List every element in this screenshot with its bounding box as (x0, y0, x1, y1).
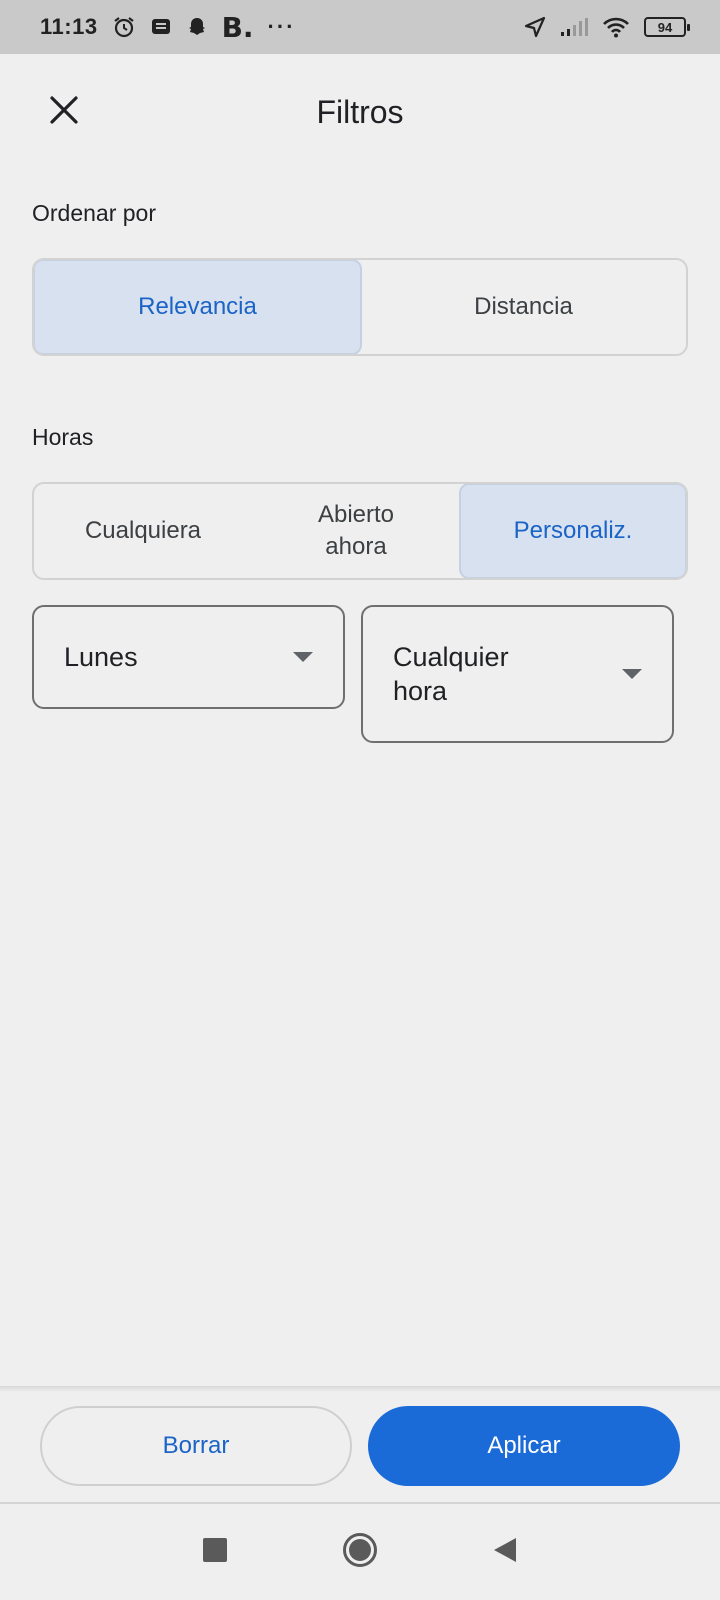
battery-icon: 94 (644, 17, 690, 37)
battery-level: 94 (657, 19, 673, 35)
time-dropdown[interactable]: Cualquier hora (361, 605, 674, 743)
status-bar-right: 94 (524, 16, 690, 38)
clear-button[interactable]: Borrar (40, 1406, 352, 1486)
page-title: Filtros (316, 94, 404, 130)
recents-button[interactable] (195, 1532, 235, 1572)
snapchat-icon (186, 16, 208, 38)
wifi-icon (602, 16, 630, 38)
status-bar: 11:13 B. ··· 94 (0, 0, 720, 54)
hours-section-label: Horas (32, 424, 94, 450)
booking-icon: B. (221, 10, 254, 44)
close-icon (49, 95, 79, 130)
bottom-divider (0, 1386, 720, 1392)
back-button[interactable] (485, 1532, 525, 1572)
day-dropdown[interactable]: Lunes (32, 605, 345, 709)
square-icon (202, 1537, 228, 1568)
hours-option-custom[interactable]: Personaliz. (459, 484, 686, 578)
back-triangle-icon (492, 1536, 518, 1569)
home-button[interactable] (340, 1532, 380, 1572)
status-bar-left: 11:13 B. ··· (40, 11, 296, 44)
sort-segmented-control: Relevancia Distancia (32, 258, 688, 356)
location-icon (524, 16, 546, 38)
message-icon (150, 16, 172, 38)
sort-option-relevance[interactable]: Relevancia (34, 260, 362, 354)
caret-down-icon (293, 652, 313, 662)
system-navbar (0, 1504, 720, 1600)
alarm-icon (112, 15, 136, 39)
hours-option-any[interactable]: Cualquiera (34, 484, 252, 578)
time-dropdown-value: Cualquier hora (393, 642, 509, 706)
hours-option-open-now[interactable]: Abierto ahora (252, 484, 460, 578)
apply-button[interactable]: Aplicar (368, 1406, 680, 1486)
circle-icon (342, 1532, 378, 1573)
caret-down-icon (622, 669, 642, 679)
more-notifications-icon: ··· (267, 14, 296, 39)
close-button[interactable] (40, 88, 88, 136)
day-dropdown-value: Lunes (64, 642, 138, 672)
hours-segmented-control: Cualquiera Abierto ahora Personaliz. (32, 482, 688, 580)
status-time: 11:13 (40, 14, 98, 39)
sort-section-label: Ordenar por (32, 200, 157, 226)
signal-icon (560, 17, 588, 37)
sort-option-distance[interactable]: Distancia (361, 260, 686, 354)
